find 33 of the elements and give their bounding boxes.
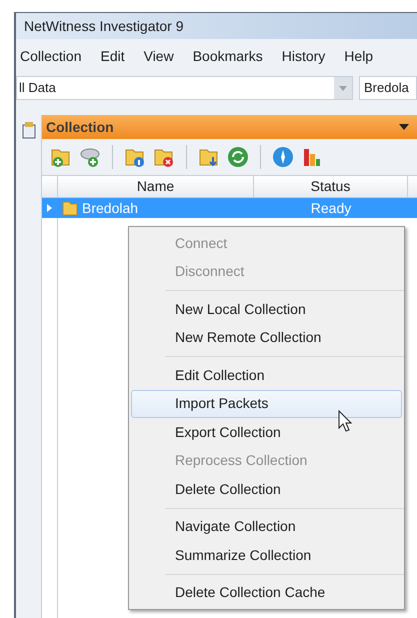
menu-item[interactable]: View xyxy=(144,46,174,66)
menu-item[interactable]: Import Packets xyxy=(131,390,402,418)
dropdown-icon[interactable] xyxy=(399,124,409,130)
menu-item[interactable]: Export Collection xyxy=(131,418,402,446)
folder-icon xyxy=(62,200,78,216)
collection-field[interactable]: Bredola xyxy=(359,76,417,100)
window-title: NetWitness Investigator 9 xyxy=(24,16,184,36)
bar-chart-icon[interactable] xyxy=(301,146,323,168)
mouse-cursor-icon xyxy=(338,410,352,432)
compass-icon[interactable] xyxy=(272,146,294,168)
document-icon[interactable] xyxy=(22,121,36,139)
column-header[interactable]: Name xyxy=(58,176,254,197)
menu-item[interactable]: Summarize Collection xyxy=(131,541,402,570)
menu-item[interactable]: Edit Collection xyxy=(131,361,402,390)
table-cell-text: Ready xyxy=(310,198,352,218)
menu-item[interactable]: Edit xyxy=(100,46,125,66)
table-cell-text: Bredolah xyxy=(82,198,138,218)
expand-arrow-icon[interactable] xyxy=(47,204,53,212)
menu-item[interactable]: Navigate Collection xyxy=(131,512,402,541)
add-network-icon[interactable] xyxy=(79,146,101,168)
caret-icon xyxy=(339,86,347,90)
menu-item[interactable]: Collection xyxy=(20,46,82,66)
column-header[interactable]: Status xyxy=(254,176,408,197)
menu-item[interactable]: Delete Collection xyxy=(131,475,402,504)
menu-item[interactable]: Bookmarks xyxy=(192,46,263,66)
panel-title: Collection xyxy=(46,118,114,136)
address-field[interactable]: ll Data xyxy=(16,76,353,100)
refresh-icon[interactable] xyxy=(227,146,249,168)
menu-item[interactable]: New Remote Collection xyxy=(131,324,402,352)
menu-item[interactable]: History xyxy=(282,46,326,66)
menu-item[interactable]: New Local Collection xyxy=(131,295,402,324)
menu-item[interactable]: Delete Collection Cache xyxy=(131,578,402,607)
menu-item[interactable]: Help xyxy=(344,46,374,66)
